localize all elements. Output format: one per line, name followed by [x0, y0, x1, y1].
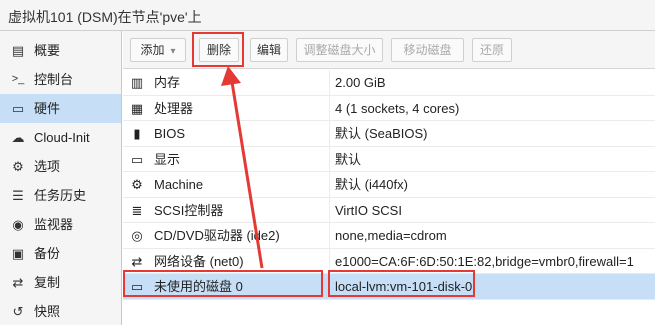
gear-icon: ⚙ [12, 159, 24, 174]
add-button[interactable]: 添加 ▾ [130, 38, 186, 62]
terminal-icon: >_ [11, 73, 25, 85]
sidebar-item-summary[interactable]: ▤ 概要 [0, 36, 121, 65]
column-divider [329, 95, 330, 121]
hardware-row-processor[interactable]: ▦ 处理器 4 (1 sockets, 4 cores) [123, 95, 655, 121]
eye-icon: ◉ [12, 217, 24, 232]
hardware-row-value: 4 (1 sockets, 4 cores) [335, 100, 460, 116]
hardware-row-display[interactable]: ▭ 显示 默认 [123, 146, 655, 172]
hardware-row-name: Machine [154, 177, 204, 192]
hardware-row-value: local-lvm:vm-101-disk-0 [335, 279, 473, 294]
column-divider [329, 70, 330, 95]
hardware-row-value: 默认 [335, 151, 362, 167]
window-title-bar: 虚拟机101 (DSM)在节点'pve'上 [0, 0, 655, 31]
monitor-icon: ▭ [11, 101, 25, 116]
sidebar-item-label: 监视器 [34, 217, 74, 232]
hardware-row-cdrom[interactable]: ◎ CD/DVD驱动器 (ide2) none,media=cdrom [123, 223, 655, 249]
cdrom-icon: ◎ [131, 228, 143, 243]
hardware-row-value: e1000=CA:6F:6D:50:1E:82,bridge=vmbr0,fir… [335, 253, 634, 269]
retweet-icon: ⇄ [12, 275, 24, 290]
window-title: 虚拟机101 (DSM)在节点'pve'上 [8, 9, 202, 25]
revert-button-label: 还原 [479, 43, 504, 57]
hardware-row-name: 处理器 [154, 100, 194, 116]
sidebar-item-replication[interactable]: ⇄ 复制 [0, 268, 121, 297]
delete-button[interactable]: 删除 [199, 38, 239, 62]
edit-button[interactable]: 编辑 [250, 38, 288, 62]
hardware-row-machine[interactable]: ⚙ Machine 默认 (i440fx) [123, 172, 655, 198]
column-divider [329, 223, 330, 248]
hardware-row-name: 未使用的磁盘 0 [154, 279, 243, 294]
add-button-label: 添加 [140, 43, 165, 57]
sidebar-item-label: 复制 [34, 275, 61, 290]
edit-button-label: 编辑 [256, 43, 281, 57]
hardware-row-name: SCSI控制器 [154, 202, 224, 218]
sidebar-item-options[interactable]: ⚙ 选项 [0, 152, 121, 181]
move-disk-button-label: 移动磁盘 [403, 43, 452, 57]
sidebar-item-label: 控制台 [34, 72, 74, 87]
sidebar-item-console[interactable]: >_ 控制台 [0, 65, 121, 94]
sidebar-item-label: 任务历史 [34, 188, 87, 203]
sidebar-item-hardware[interactable]: ▭ 硬件 [0, 94, 121, 123]
sidebar-item-label: 概要 [34, 43, 61, 58]
column-divider [329, 172, 330, 197]
hardware-row-name: CD/DVD驱动器 (ide2) [154, 228, 280, 243]
sidebar-item-monitor[interactable]: ◉ 监视器 [0, 210, 121, 239]
sidebar-item-label: 备份 [34, 246, 61, 261]
book-icon: ▤ [11, 43, 25, 58]
sidebar: ▤ 概要 >_ 控制台 ▭ 硬件 ☁ Cloud-Init ⚙ 选项 ☰ 任务历… [0, 31, 122, 325]
sidebar-item-snapshots[interactable]: ↺ 快照 [0, 297, 121, 326]
hardware-row-name: 显示 [154, 151, 181, 167]
list-icon: ☰ [12, 188, 24, 203]
sidebar-item-label: Cloud-Init [34, 130, 90, 145]
hdd-icon: ▭ [130, 279, 144, 294]
sidebar-item-cloud-init[interactable]: ☁ Cloud-Init [0, 123, 121, 152]
column-divider [329, 121, 330, 146]
hardware-row-bios[interactable]: ▮ BIOS 默认 (SeaBIOS) [123, 121, 655, 147]
hardware-row-name: BIOS [154, 126, 186, 141]
database-icon: ≣ [131, 202, 143, 218]
sidebar-item-label: 快照 [34, 304, 61, 319]
sidebar-item-label: 硬件 [34, 101, 61, 116]
delete-button-label: 删除 [206, 43, 231, 57]
move-disk-button[interactable]: 移动磁盘 [391, 38, 464, 62]
sidebar-item-backup[interactable]: ▣ 备份 [0, 239, 121, 268]
sidebar-item-label: 选项 [34, 159, 61, 174]
column-divider [329, 197, 330, 223]
column-divider [329, 146, 330, 172]
memory-icon: ▥ [130, 75, 144, 90]
hardware-row-value: 2.00 GiB [335, 75, 386, 90]
hardware-row-name: 内存 [154, 75, 181, 90]
hardware-row-value: 默认 (i440fx) [335, 177, 408, 192]
cloud-icon: ☁ [11, 130, 25, 145]
resize-disk-button-label: 调整磁盘大小 [303, 43, 376, 57]
hardware-row-value: 默认 (SeaBIOS) [335, 126, 428, 141]
chevron-down-icon: ▾ [170, 46, 176, 57]
hardware-row-scsi-controller[interactable]: ≣ SCSI控制器 VirtIO SCSI [123, 197, 655, 223]
hardware-row-name: 网络设备 (net0) [154, 253, 244, 269]
history-icon: ↺ [12, 304, 24, 319]
sidebar-item-task-history[interactable]: ☰ 任务历史 [0, 181, 121, 210]
hardware-row-memory[interactable]: ▥ 内存 2.00 GiB [123, 70, 655, 96]
hardware-row-unused-disk[interactable]: ▭ 未使用的磁盘 0 local-lvm:vm-101-disk-0 [123, 274, 655, 300]
exchange-icon: ⇄ [131, 253, 143, 269]
chip-icon: ▮ [133, 126, 141, 141]
column-divider [329, 248, 330, 274]
floppy-icon: ▣ [11, 246, 25, 261]
desktop-icon: ▭ [130, 151, 144, 167]
resize-disk-button[interactable]: 调整磁盘大小 [296, 38, 383, 62]
cpu-icon: ▦ [130, 100, 144, 116]
hardware-row-value: none,media=cdrom [335, 228, 447, 243]
hardware-grid: ▥ 内存 2.00 GiB ▦ 处理器 4 (1 sockets, 4 core… [123, 70, 655, 300]
hardware-row-value: VirtIO SCSI [335, 202, 402, 218]
hardware-row-network[interactable]: ⇄ 网络设备 (net0) e1000=CA:6F:6D:50:1E:82,br… [123, 248, 655, 274]
hardware-toolbar: 添加 ▾ 删除 编辑 调整磁盘大小 移动磁盘 还原 [123, 31, 655, 69]
revert-button[interactable]: 还原 [472, 38, 512, 62]
column-divider [329, 274, 330, 299]
cogs-icon: ⚙ [131, 177, 143, 192]
